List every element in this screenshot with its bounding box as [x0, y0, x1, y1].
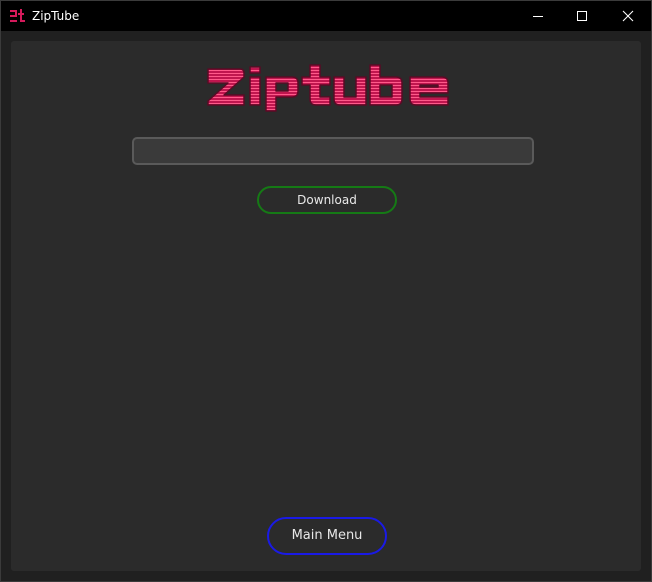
app-window: ZipTube Download Main Menu [0, 0, 652, 582]
url-input[interactable] [132, 137, 534, 165]
maximize-button[interactable] [559, 1, 605, 31]
window-title: ZipTube [32, 9, 80, 23]
minimize-button[interactable] [515, 1, 561, 31]
ziptube-logo [207, 64, 449, 112]
maximize-icon [577, 11, 587, 21]
close-button[interactable] [605, 1, 651, 31]
download-button[interactable]: Download [257, 186, 397, 214]
main-menu-button[interactable]: Main Menu [267, 517, 387, 555]
minimize-icon [533, 16, 543, 17]
close-icon [622, 10, 634, 22]
title-bar[interactable]: ZipTube [1, 1, 651, 31]
main-panel: Download Main Menu [11, 41, 641, 571]
ziptube-logo-icon [10, 9, 25, 22]
